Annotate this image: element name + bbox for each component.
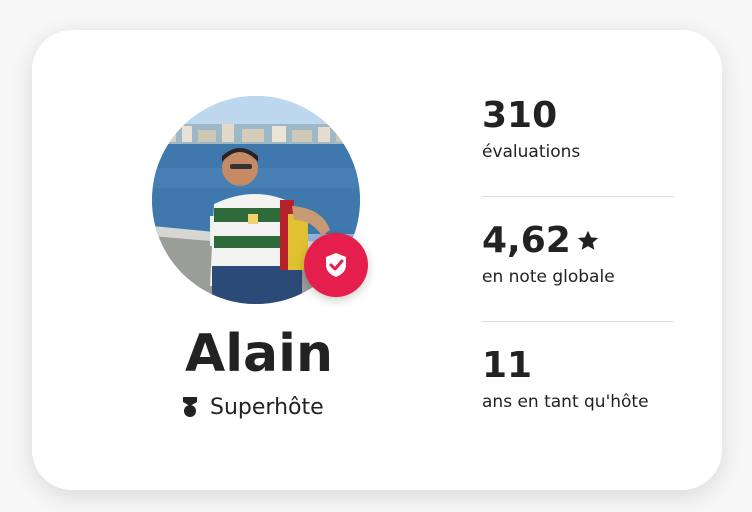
host-name-text: Alain — [184, 324, 333, 384]
verified-badge — [304, 233, 368, 297]
rating-value: 4,62 — [482, 220, 571, 261]
stat-reviews[interactable]: 310 évaluations — [482, 88, 674, 184]
superhost-label: Superhôte — [210, 394, 324, 420]
divider — [482, 321, 674, 322]
stat-rating[interactable]: 4,62 en note globale — [482, 213, 674, 309]
reviews-count: 310 — [482, 95, 558, 136]
verified-shield-icon — [326, 253, 346, 277]
superhost-medal-icon — [183, 397, 197, 417]
superhost-badge: Superhôte — [182, 392, 324, 422]
avatar-container — [152, 96, 368, 304]
host-stats: 310 évaluations 4,62 en note globale 11 … — [482, 88, 674, 434]
stat-value: 310 — [482, 94, 674, 138]
stat-label: en note globale — [482, 267, 615, 287]
stat-value: 4,62 — [482, 219, 674, 263]
stat-label: évaluations — [482, 142, 581, 162]
stat-years-hosting[interactable]: 11 ans en tant qu'hôte — [482, 338, 674, 434]
host-profile-card: Alain Superhôte 310 évaluations 4,62 en … — [32, 30, 722, 490]
years-hosting-value: 11 — [482, 345, 533, 386]
host-profile: Alain Superhôte — [32, 30, 482, 490]
divider — [482, 196, 674, 197]
stat-label: ans en tant qu'hôte — [482, 392, 649, 412]
star-icon — [577, 230, 599, 250]
host-name: Alain — [32, 322, 482, 386]
stat-value: 11 — [482, 344, 674, 388]
